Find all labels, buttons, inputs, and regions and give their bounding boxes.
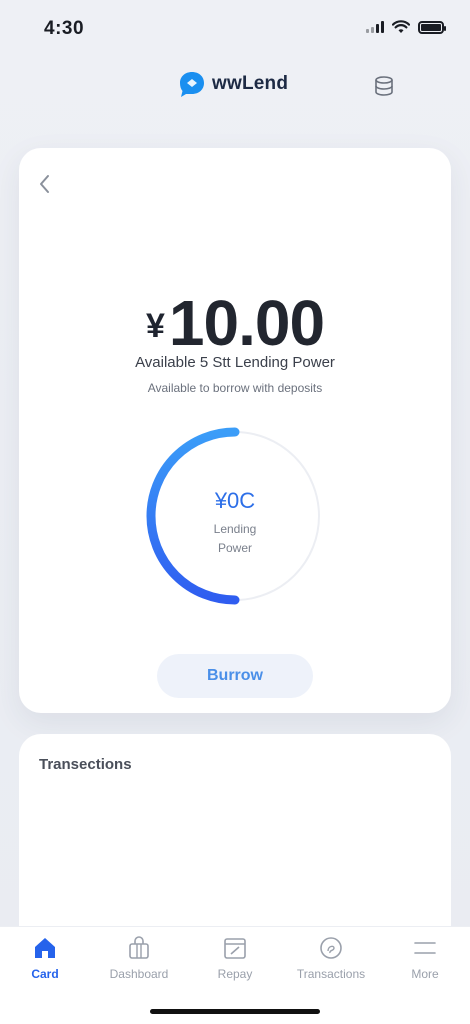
menu-icon [414,942,436,954]
lending-subline: Available to borrow with deposits [147,381,323,395]
tab-bar: Card Dashboard Repay Transactions More [0,926,470,1024]
database-coins-icon[interactable] [372,74,396,98]
lending-power-card: ¥10.00 Available 5 Stt Lending Power Ava… [19,148,451,713]
status-bar: 4:30 [0,0,470,60]
tab-label: Dashboard [109,967,169,981]
tab-more[interactable]: More [378,935,470,989]
borrow-button[interactable]: Burrow [157,654,313,698]
lending-amount: 10.00 [168,287,325,359]
tab-label: More [411,967,439,981]
tab-label: Repay [217,967,253,981]
transactions-title: Transections [39,756,132,773]
app-header: wwLend [0,66,470,106]
calendar-icon [224,938,246,959]
chat-bubble-logo-icon [180,72,204,97]
tab-repay[interactable]: Repay [188,935,282,989]
gauge-fill [146,427,240,605]
home-indicator [150,1009,320,1014]
signal-icon [366,21,384,33]
tab-label: Card [31,967,59,981]
gauge-label-line2: Power [217,541,252,555]
brand-name: wwLend [212,73,289,94]
lending-headline: Available 5 Stt Lending Power [135,354,335,371]
status-icons [366,20,446,34]
currency-symbol: ¥ [145,307,165,345]
chevron-left-icon[interactable] [33,170,57,198]
tab-card[interactable]: Card [0,935,92,989]
coin-icon [320,937,342,959]
gauge-label-line1: Lending [213,522,257,536]
lending-power-gauge [146,427,320,605]
amount-display: ¥10.00 [19,286,451,360]
gauge-value: ¥0C [214,488,256,513]
bag-icon [129,936,149,959]
wifi-icon [392,20,410,33]
brand: wwLend [178,70,288,98]
battery-icon [418,20,446,34]
home-icon [35,938,55,958]
status-time: 4:30 [44,18,85,39]
tab-transactions[interactable]: Transactions [284,935,378,989]
tab-label: Transactions [296,967,366,981]
tab-dashboard[interactable]: Dashboard [92,935,186,989]
